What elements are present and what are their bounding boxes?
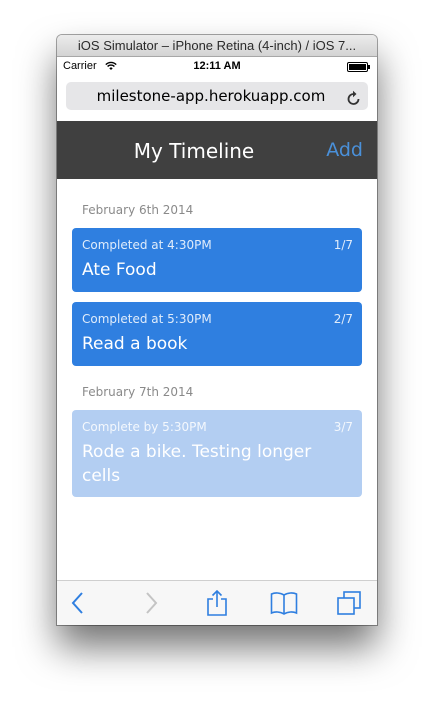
browser-toolbar: [57, 580, 377, 625]
status-time: 12:11 AM: [193, 60, 241, 72]
status-bar: Carrier 12:11 AM: [57, 57, 377, 77]
window-titlebar: iOS Simulator – iPhone Retina (4-inch) /…: [57, 35, 377, 57]
share-icon[interactable]: [204, 589, 230, 616]
simulator-window: iOS Simulator – iPhone Retina (4-inch) /…: [57, 35, 377, 625]
card-status-text: Completed at 5:30PM: [82, 312, 212, 326]
timeline-card[interactable]: Completed at 4:30PM 1/7 Ate Food: [72, 228, 362, 292]
device-screen: Carrier 12:11 AM milestone-app.herokuapp…: [57, 57, 377, 625]
card-title: Ate Food: [82, 260, 157, 280]
card-status-text: Complete by 5:30PM: [82, 420, 207, 434]
address-bar[interactable]: milestone-app.herokuapp.com: [66, 82, 368, 110]
card-count: 1/7: [333, 238, 353, 252]
timeline-list: February 6th 2014 Completed at 4:30PM 1/…: [57, 179, 377, 580]
forward-icon[interactable]: [137, 590, 163, 616]
app-navbar: My Timeline Add: [57, 121, 377, 179]
card-title: Read a book: [82, 334, 188, 354]
back-icon[interactable]: [66, 590, 92, 616]
tabs-icon[interactable]: [336, 590, 362, 616]
reload-icon[interactable]: [347, 88, 361, 116]
url-text[interactable]: milestone-app.herokuapp.com: [66, 82, 356, 110]
card-count: 2/7: [333, 312, 353, 326]
date-header: February 7th 2014: [82, 385, 194, 399]
card-title: Rode a bike. Testing longer cells: [82, 442, 312, 486]
card-count: 3/7: [333, 420, 353, 434]
page-title: My Timeline: [133, 139, 255, 163]
bookmarks-icon[interactable]: [270, 590, 298, 616]
battery-icon: [347, 62, 371, 75]
timeline-card[interactable]: Completed at 5:30PM 2/7 Read a book: [72, 302, 362, 366]
desktop: iOS Simulator – iPhone Retina (4-inch) /…: [0, 0, 434, 704]
date-header: February 6th 2014: [82, 203, 194, 217]
card-status-text: Completed at 4:30PM: [82, 238, 212, 252]
timeline-card[interactable]: Complete by 5:30PM 3/7 Rode a bike. Test…: [72, 410, 362, 497]
add-button[interactable]: Add: [326, 138, 363, 162]
